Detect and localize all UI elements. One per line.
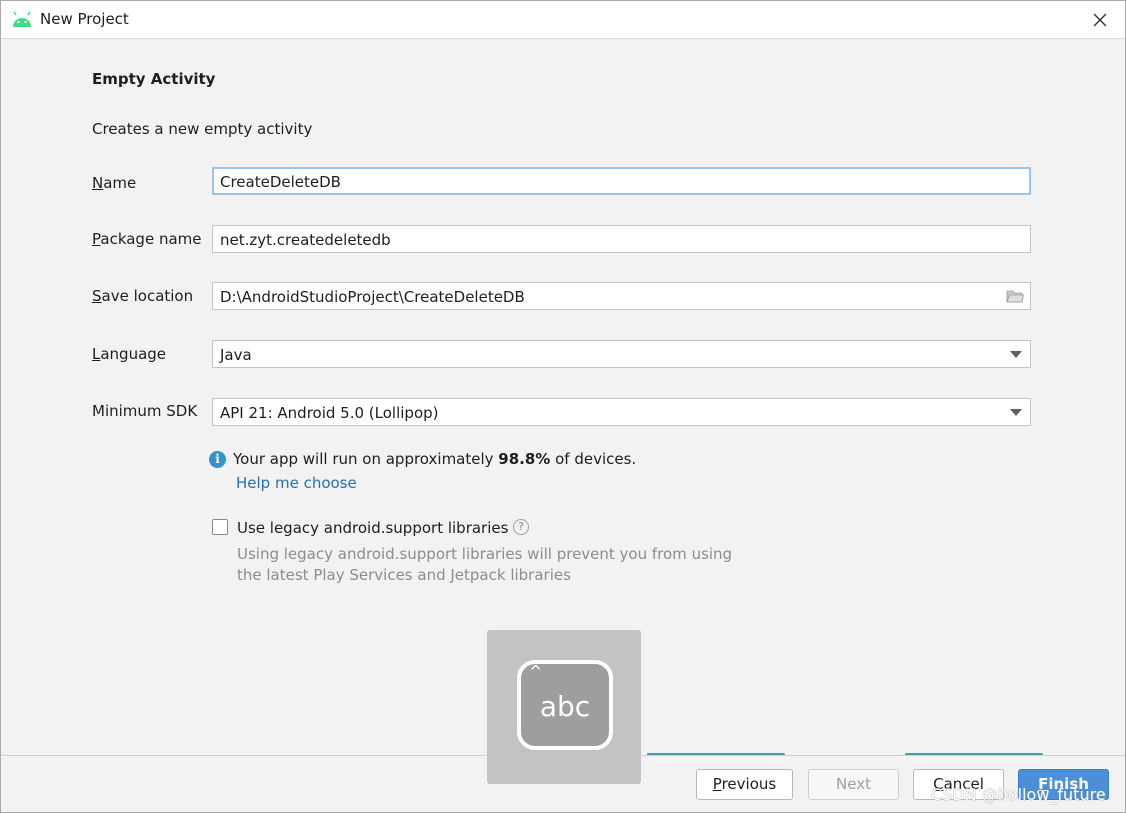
new-project-dialog: New Project Empty Activity Creates a new…	[0, 0, 1126, 813]
package-name-label: Package name	[92, 230, 202, 248]
android-icon	[13, 11, 31, 27]
close-icon[interactable]	[1089, 9, 1111, 31]
legacy-support-checkbox[interactable]	[212, 519, 228, 535]
section-description: Creates a new empty activity	[92, 120, 313, 138]
language-value: Java	[220, 346, 252, 364]
chevron-down-icon	[1010, 351, 1022, 358]
title-bar: New Project	[1, 1, 1125, 39]
caret-up-icon: ^	[529, 662, 543, 681]
legacy-support-label[interactable]: Use legacy android.support libraries	[237, 519, 508, 537]
help-question-icon[interactable]: ?	[513, 519, 529, 535]
name-label: Name	[92, 174, 137, 192]
package-name-field[interactable]: net.zyt.createdeletedb	[212, 225, 1031, 253]
previous-button[interactable]: Previous	[696, 769, 793, 800]
next-button[interactable]: Next	[808, 769, 899, 800]
legacy-hint-line1: Using legacy android.support libraries w…	[237, 545, 733, 563]
coverage-percent: 98.8%	[498, 450, 551, 468]
save-location-field[interactable]: D:\AndroidStudioProject\CreateDeleteDB	[212, 282, 1031, 310]
window-title: New Project	[40, 10, 129, 28]
keyboard-abc-text: abc	[539, 690, 591, 723]
save-location-label: Save location	[92, 287, 194, 305]
minimum-sdk-select[interactable]: API 21: Android 5.0 (Lollipop)	[212, 398, 1031, 426]
language-select[interactable]: Java	[212, 340, 1031, 368]
keyboard-icon: ^ abc	[517, 660, 613, 750]
chevron-down-icon	[1010, 409, 1022, 416]
name-field[interactable]: CreateDeleteDB	[212, 167, 1031, 195]
legacy-hint-line2: the latest Play Services and Jetpack lib…	[237, 566, 571, 584]
help-me-choose-link[interactable]: Help me choose	[236, 474, 357, 492]
minimum-sdk-label: Minimum SDK	[92, 402, 198, 420]
save-location-value: D:\AndroidStudioProject\CreateDeleteDB	[220, 288, 525, 306]
minimum-sdk-value: API 21: Android 5.0 (Lollipop)	[220, 404, 439, 422]
watermark: CSDN @hollow_future	[931, 785, 1106, 804]
folder-icon[interactable]	[1006, 289, 1024, 303]
language-label: Language	[92, 345, 167, 363]
package-name-value: net.zyt.createdeletedb	[220, 231, 391, 249]
input-method-overlay: ^ abc	[487, 630, 641, 784]
device-coverage-text: Your app will run on approximately 98.8%…	[233, 450, 637, 468]
section-title: Empty Activity	[92, 70, 216, 88]
info-icon: i	[209, 451, 226, 468]
name-value: CreateDeleteDB	[220, 173, 341, 191]
